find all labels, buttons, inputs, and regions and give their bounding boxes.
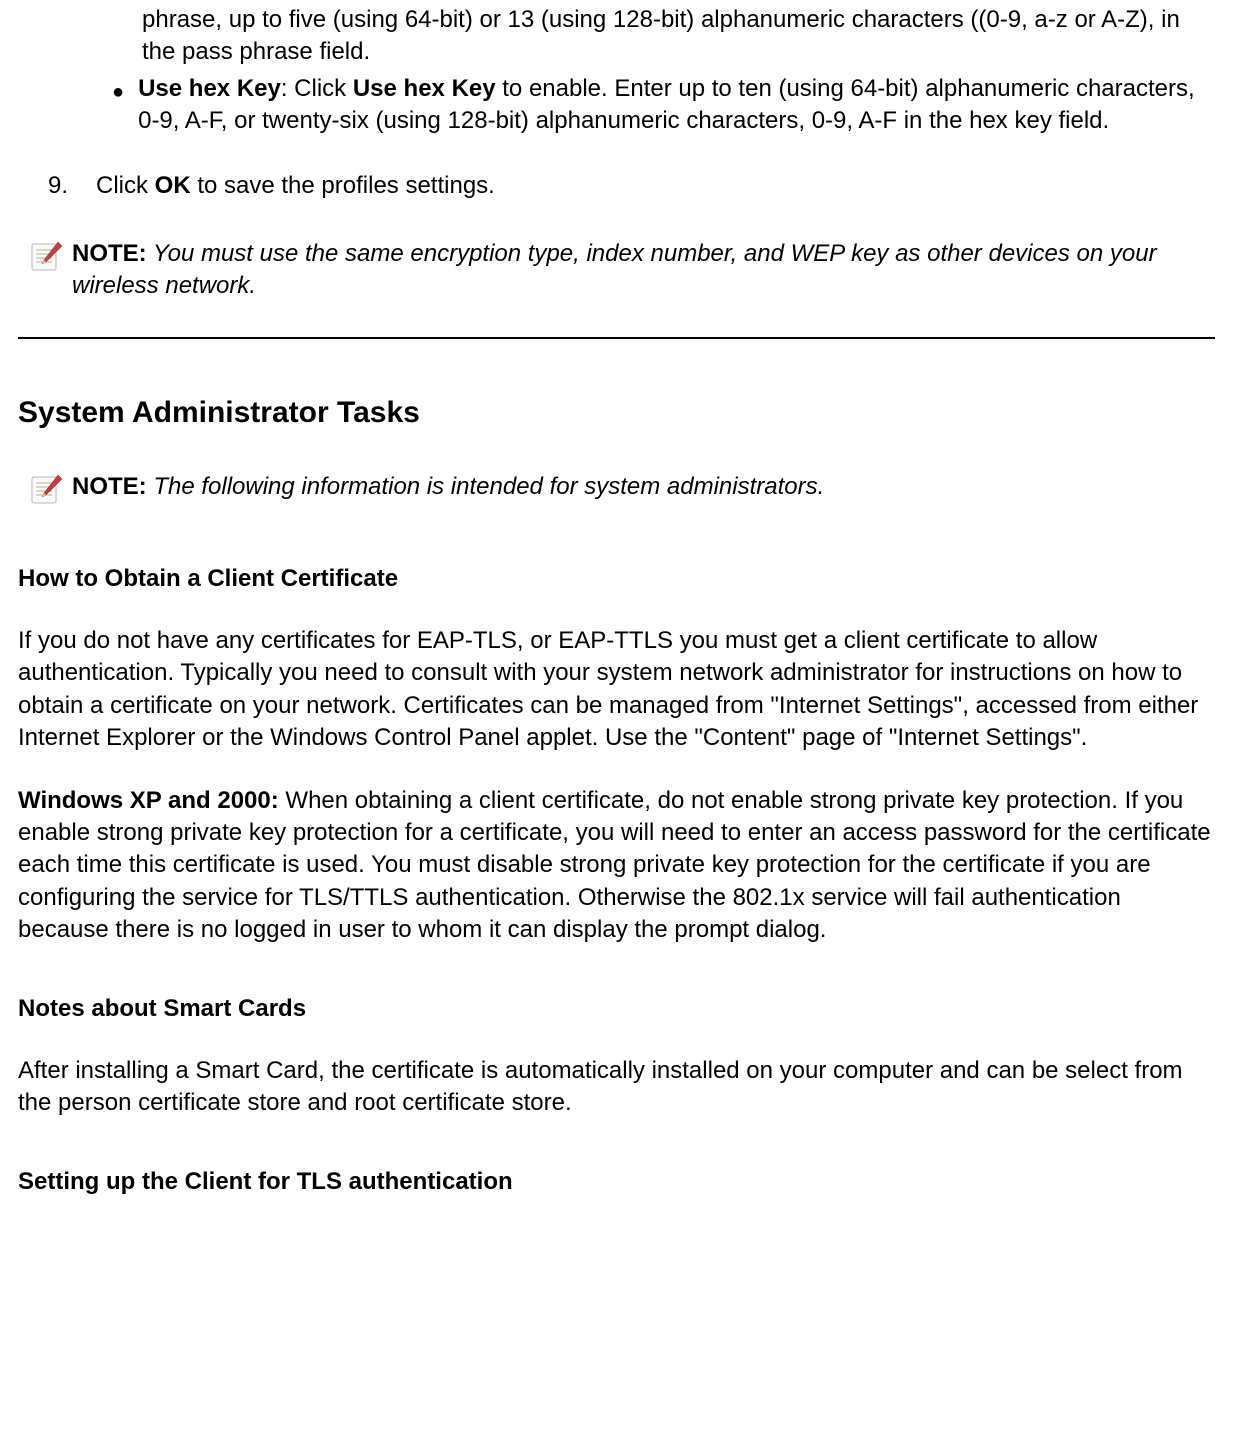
note-label: NOTE: — [72, 473, 147, 500]
windows-label: Windows XP and 2000: — [18, 787, 279, 814]
heading-client-cert: How to Obtain a Client Certificate — [18, 563, 1215, 595]
note-body: The following information is intended fo… — [147, 473, 825, 500]
heading-sys-admin: System Administrator Tasks — [18, 393, 1215, 434]
document-body: phrase, up to five (using 64-bit) or 13 … — [18, 0, 1215, 1198]
bullet-content: Use hex Key: Click Use hex Key to enable… — [138, 73, 1215, 138]
paragraph-windows: Windows XP and 2000: When obtaining a cl… — [18, 785, 1215, 947]
pencil-note-icon — [30, 240, 64, 283]
hex-key-label-2: Use hex Key — [353, 75, 496, 102]
note-label: NOTE: — [72, 240, 147, 267]
note-block-2: NOTE: The following information is inten… — [30, 471, 1215, 516]
note-body: You must use the same encryption type, i… — [72, 240, 1157, 299]
continuation-text: phrase, up to five (using 64-bit) or 13 … — [142, 4, 1215, 69]
note-text: NOTE: The following information is inten… — [72, 471, 1215, 503]
bullet-item-hex-key: ● Use hex Key: Click Use hex Key to enab… — [112, 73, 1215, 138]
note-text: NOTE: You must use the same encryption t… — [72, 238, 1215, 303]
paragraph-cert-info: If you do not have any certificates for … — [18, 625, 1215, 755]
heading-smart-cards: Notes about Smart Cards — [18, 993, 1215, 1025]
pencil-note-icon — [30, 473, 64, 516]
text-segment: to save the profiles settings. — [191, 172, 495, 199]
text-segment: Click — [96, 172, 155, 199]
bullet-marker: ● — [112, 79, 124, 138]
ok-label: OK — [155, 172, 191, 199]
text-segment: : Click — [281, 75, 353, 102]
heading-tls-auth: Setting up the Client for TLS authentica… — [18, 1166, 1215, 1198]
horizontal-divider — [18, 337, 1215, 339]
paragraph-smart-cards: After installing a Smart Card, the certi… — [18, 1055, 1215, 1120]
step-content: Click OK to save the profiles settings. — [96, 170, 1215, 202]
step-number: 9. — [48, 170, 88, 202]
hex-key-label: Use hex Key — [138, 75, 281, 102]
step-9: 9. Click OK to save the profiles setting… — [48, 170, 1215, 202]
note-block-1: NOTE: You must use the same encryption t… — [30, 238, 1215, 303]
